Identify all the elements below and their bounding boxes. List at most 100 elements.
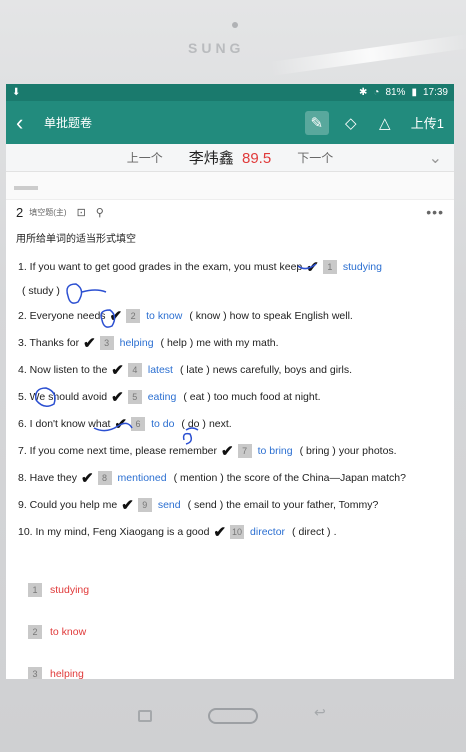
chevron-down-icon[interactable]: ⌄ [429, 148, 442, 168]
check-icon[interactable]: ✔ [83, 334, 96, 352]
pen-icon[interactable]: ✎ [304, 110, 329, 135]
item-text: 6. I don't know what [18, 417, 111, 430]
search-icon[interactable]: ⚲ [96, 206, 104, 219]
answer-text: to do [151, 417, 175, 430]
hint-text: ( send ) [187, 498, 224, 511]
upload-button[interactable]: 上传1 [411, 113, 444, 132]
item-text: 4. Now listen to the [18, 363, 108, 376]
prev-button[interactable]: 上一个 [127, 149, 163, 166]
student-answer-row[interactable]: 2 to know [6, 611, 454, 653]
blank-number: 9 [137, 497, 152, 512]
check-icon[interactable]: ✔ [306, 258, 319, 276]
question-item: 9. Could you help me ✔ 9 send ( send ) the em… [6, 491, 454, 518]
answer-number: 2 [28, 625, 42, 639]
video-icon[interactable]: ⊡ [77, 206, 86, 219]
item-text: 1. If you want to get good grades in the… [18, 260, 303, 273]
hint-text: ( do ) [181, 417, 206, 430]
back-arrow-icon[interactable]: ‹ [16, 110, 40, 136]
item-text: 7. If you come next time, please remembe… [18, 444, 218, 457]
student-answer-text: helping [50, 668, 84, 679]
blank-number: 4 [127, 362, 142, 377]
more-icon[interactable]: ••• [426, 204, 444, 220]
student-score: 89.5 [241, 150, 272, 167]
check-icon[interactable]: ✔ [121, 496, 134, 514]
item-text: 10. In my mind, Feng Xiaogang is a good [18, 525, 210, 538]
item-tail: the email to your father, Tommy? [226, 498, 379, 511]
question-item: 3. Thanks for ✔ 3 helping ( help ) me with my… [6, 329, 454, 356]
question-instruction: 用所给单词的适当形式填空 [16, 234, 136, 245]
item-continuation: ( study ) [6, 280, 454, 302]
check-icon[interactable]: ✔ [114, 415, 127, 433]
student-answer-text: to know [50, 626, 87, 638]
question-item: 4. Now listen to the ✔ 4 latest ( late ) news… [6, 356, 454, 383]
screen-glare [269, 34, 466, 76]
item-tail: news carefully, boys and girls. [212, 363, 353, 376]
blank-number: 2 [126, 308, 141, 323]
eraser-icon[interactable]: ◇ [339, 111, 363, 135]
clear-icon[interactable]: △ [373, 111, 397, 135]
item-tail: the score of the China—Japan match? [226, 471, 406, 484]
question-item: 6. I don't know what ✔ 6 to do ( do ) next. [6, 410, 454, 437]
answer-text: helping [119, 336, 154, 349]
blank-number: 6 [131, 416, 146, 431]
clock: 17:39 [422, 87, 448, 98]
item-text: 9. Could you help me [18, 498, 118, 511]
check-icon[interactable]: ✔ [221, 442, 234, 460]
answer-text: director [250, 525, 286, 538]
answer-text: latest [147, 363, 173, 376]
hint-text: ( bring ) [299, 444, 336, 457]
blank-number: 7 [237, 443, 252, 458]
hint-text: ( mention ) [173, 471, 224, 484]
app-screen: ⬇ ✱ ◔ 81% ▮ 17:39 ‹ 单批题卷 ✎ ◇ △ 上传1 上一个 李… [6, 84, 454, 679]
check-icon[interactable]: ✔ [213, 523, 226, 541]
question-item: 1. If you want to get good grades in the… [6, 253, 454, 280]
question-item: 2. Everyone needs ✔ 2 to know ( know ) how to… [6, 302, 454, 329]
question-type: 填空题(主) [29, 207, 67, 217]
brand-logo: SUNG [188, 40, 245, 56]
question-header: 2 填空题(主) ⊡ ⚲ ••• [6, 200, 454, 224]
item-tail: too much food at night. [213, 390, 321, 403]
item-text: 3. Thanks for [18, 336, 80, 349]
item-text: 2. Everyone needs [18, 309, 106, 322]
divider-band [6, 172, 454, 200]
recent-apps-button[interactable] [138, 710, 152, 722]
next-button[interactable]: 下一个 [297, 149, 333, 166]
battery-icon: ▮ [411, 87, 417, 98]
student-answer-row[interactable]: 1 studying [6, 569, 454, 611]
tablet-bezel: SUNG ⬇ ✱ ◔ 81% ▮ 17:39 ‹ 单批题卷 ✎ ◇ △ 上传1 … [0, 0, 466, 752]
student-answer-row[interactable]: 3 helping [6, 653, 454, 679]
battery-percent: 81% [385, 87, 406, 98]
status-bar: ⬇ ✱ ◔ 81% ▮ 17:39 [6, 84, 454, 101]
answer-text: to bring [257, 444, 293, 457]
check-icon[interactable]: ✔ [111, 388, 124, 406]
home-button[interactable] [208, 708, 258, 724]
page-title: 单批题卷 [44, 116, 93, 130]
question-item: 8. Have they ✔ 8 mentioned ( mention ) the sc… [6, 464, 454, 491]
item-tail: your photos. [338, 444, 397, 457]
question-item: 7. If you come next time, please remembe… [6, 437, 454, 464]
item-text: 5. We should avoid [18, 390, 108, 403]
student-name: 李炜鑫 [188, 150, 234, 167]
wifi-icon: ◔ [373, 87, 380, 98]
hint-text: ( eat ) [183, 390, 211, 403]
question-item: 5. We should avoid ✔ 5 eating ( eat ) too muc… [6, 383, 454, 410]
answer-text: send [157, 498, 181, 511]
check-icon[interactable]: ✔ [110, 307, 123, 325]
blank-number: 8 [97, 470, 112, 485]
answer-text: eating [147, 390, 177, 403]
answer-text: to know [146, 309, 183, 322]
item-tail: how to speak English well. [229, 309, 353, 322]
item-tail: next. [208, 417, 232, 430]
student-answer-text: studying [50, 584, 90, 596]
item-tail: me with my math. [196, 336, 279, 349]
answer-number: 3 [28, 667, 42, 679]
back-key-icon[interactable]: ↩ [314, 704, 326, 721]
hint-text: ( help ) [160, 336, 194, 349]
bluetooth-icon: ✱ [359, 87, 368, 98]
answer-text: mentioned [117, 471, 167, 484]
check-icon[interactable]: ✔ [111, 361, 124, 379]
student-answer-list: 1 studying 2 to know 3 helping [6, 569, 454, 679]
item-tail: . [333, 525, 337, 538]
app-header: ‹ 单批题卷 ✎ ◇ △ 上传1 [6, 101, 454, 144]
check-icon[interactable]: ✔ [81, 469, 94, 487]
